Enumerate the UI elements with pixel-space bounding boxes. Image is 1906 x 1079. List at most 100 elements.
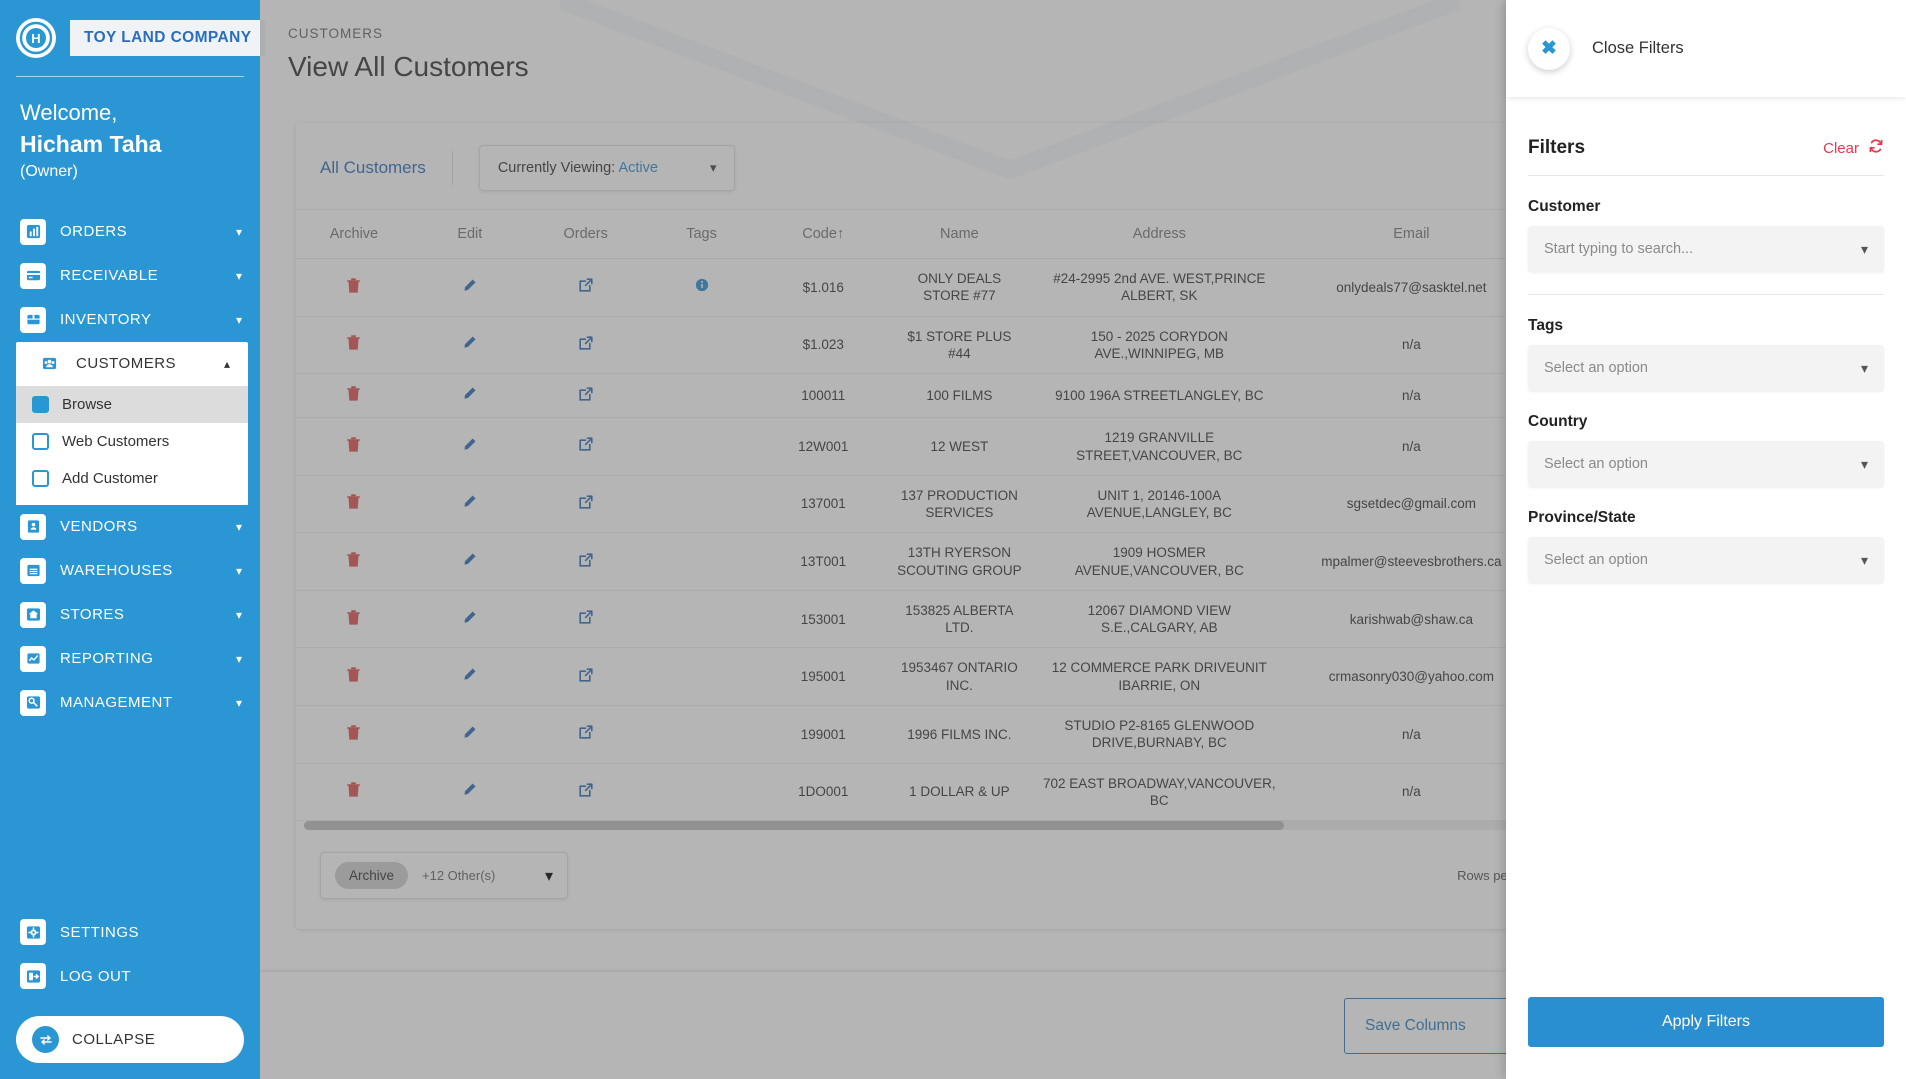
customers-submenu: Browse Web Customers Add Customer [16,385,248,505]
close-filters-label: Close Filters [1592,39,1684,57]
users-icon [36,350,62,377]
sidebar-item-label: RECEIVABLE [60,267,159,285]
collapse-arrows-icon [32,1026,59,1053]
sidebar-item-browse[interactable]: Browse [16,385,248,423]
filters-divider [1528,175,1884,176]
gear-icon [20,919,46,945]
close-filters-button[interactable]: ✖ [1528,27,1570,70]
sidebar-item-label: STORES [60,606,125,624]
sidebar: H TOY LAND COMPANY Welcome, Hicham Taha … [0,0,266,1079]
company-name[interactable]: TOY LAND COMPANY [70,20,266,56]
filters-title: Filters [1528,137,1586,158]
logout-icon [20,963,46,989]
filter-label-customer: Customer [1528,198,1601,215]
brand: H TOY LAND COMPANY [0,0,266,58]
refresh-icon [1868,138,1884,159]
filters-title-row: Filters Clear [1528,137,1884,159]
chevron-down-icon: ▾ [1860,359,1868,376]
sidebar-item-vendors[interactable]: VENDORS ▾ [0,505,260,549]
province-state-filter-select[interactable]: Select an option ▾ [1528,537,1884,583]
sidebar-item-customers[interactable]: CUSTOMERS ▴ [16,342,248,386]
chevron-down-icon: ▾ [1860,551,1868,568]
sidebar-bottom: SETTINGS LOG OUT COLLAPSE [0,910,260,1079]
sidebar-item-settings[interactable]: SETTINGS [0,910,260,954]
welcome-block: Welcome, Hicham Taha (Owner) [0,77,260,184]
sidebar-item-label: MANAGEMENT [60,694,173,712]
chevron-down-icon: ▾ [235,268,242,283]
home-icon [20,601,46,628]
chevron-down-icon: ▾ [235,607,242,622]
close-x-icon: ✖ [1541,38,1557,59]
chevron-down-icon: ▾ [1860,240,1868,257]
chevron-down-icon: ▾ [1860,455,1868,472]
filter-label-tags: Tags [1528,317,1564,334]
chevron-down-icon: ▾ [235,519,242,534]
filter-field-tags: Tags Select an option ▾ [1528,317,1884,391]
sidebar-item-inventory[interactable]: INVENTORY ▾ [0,298,260,342]
sidebar-item-label: REPORTING [60,650,154,668]
nav-group-customers: CUSTOMERS ▴ Browse Web Customers Add Cus… [16,341,248,505]
customer-filter-placeholder: Start typing to search... [1544,241,1694,257]
filters-panel-footer: Apply Filters [1506,997,1906,1079]
sidebar-item-web-customers[interactable]: Web Customers [16,423,248,460]
apply-filters-button[interactable]: Apply Filters [1528,997,1884,1047]
sidebar-item-receivable[interactable]: RECEIVABLE ▾ [0,254,260,298]
chevron-down-icon: ▾ [235,695,242,710]
svg-text:H: H [31,31,40,46]
filter-label-province-state: Province/State [1528,509,1636,526]
line-chart-icon [20,645,46,672]
checkbox-icon [32,395,49,413]
sidebar-subitem-label: Add Customer [62,469,158,487]
filters-panel-body: Filters Clear Customer Start typing to s… [1506,97,1906,997]
chevron-down-icon: ▾ [235,224,242,239]
chevron-down-icon: ▾ [235,312,242,327]
sidebar-item-reporting[interactable]: REPORTING ▾ [0,637,260,681]
checkbox-icon [32,432,49,450]
sidebar-item-label: CUSTOMERS [76,355,177,373]
filter-field-customer: Customer Start typing to search... ▾ [1528,198,1884,272]
chevron-up-icon: ▴ [223,356,230,371]
clear-filters-button[interactable]: Clear [1823,138,1884,159]
application-root: H TOY LAND COMPANY Welcome, Hicham Taha … [0,0,1906,1079]
tags-filter-placeholder: Select an option [1544,360,1648,376]
sidebar-item-label: VENDORS [60,518,138,536]
sidebar-item-label: LOG OUT [60,967,132,985]
customer-filter-input[interactable]: Start typing to search... ▾ [1528,226,1884,272]
nav-group-receivable: RECEIVABLE ▾ [0,254,260,298]
tags-filter-select[interactable]: Select an option ▾ [1528,345,1884,391]
collapse-sidebar-button[interactable]: COLLAPSE [16,1016,244,1063]
sidebar-subitem-label: Browse [62,395,113,413]
country-filter-select[interactable]: Select an option ▾ [1528,441,1884,487]
nav-group-orders: ORDERS ▾ [0,210,260,254]
nav-group-stores: STORES ▾ [0,593,260,637]
sidebar-item-label: WAREHOUSES [60,562,173,580]
filter-section-divider [1528,294,1884,295]
welcome-greeting: Welcome, [20,100,118,125]
key-icon [20,689,46,716]
filters-panel: ✖ Close Filters Filters Clear Customer S… [1506,0,1906,1079]
province-state-filter-placeholder: Select an option [1544,552,1648,568]
sidebar-item-management[interactable]: MANAGEMENT ▾ [0,681,260,725]
credit-card-icon [20,262,46,289]
sidebar-item-warehouses[interactable]: WAREHOUSES ▾ [0,549,260,593]
sidebar-item-stores[interactable]: STORES ▾ [0,593,260,637]
sidebar-subitem-label: Web Customers [62,432,170,450]
warehouse-icon [20,557,46,584]
clear-filters-label: Clear [1823,140,1859,157]
nav-group-inventory: INVENTORY ▾ [0,298,260,342]
sidebar-item-orders[interactable]: ORDERS ▾ [0,210,260,254]
chart-bar-icon [20,218,46,245]
sidebar-item-label: SETTINGS [60,923,140,941]
chevron-down-icon: ▾ [235,563,242,578]
sidebar-item-label: ORDERS [60,223,128,241]
contact-book-icon [20,513,46,540]
sidebar-item-add-customer[interactable]: Add Customer [16,460,248,497]
filters-panel-header: ✖ Close Filters [1506,0,1906,97]
country-filter-placeholder: Select an option [1544,456,1648,472]
filter-label-country: Country [1528,413,1588,430]
company-logo-icon: H [16,18,56,58]
nav-group-vendors: VENDORS ▾ [0,505,260,549]
nav-group-warehouses: WAREHOUSES ▾ [0,549,260,593]
collapse-label: COLLAPSE [72,1031,156,1048]
sidebar-item-log-out[interactable]: LOG OUT [0,954,260,998]
